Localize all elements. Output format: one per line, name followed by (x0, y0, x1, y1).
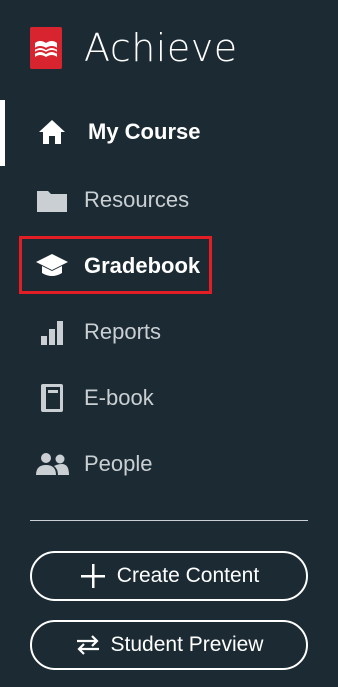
macmillan-logo-icon (30, 27, 62, 69)
student-preview-button[interactable]: Student Preview (30, 620, 308, 670)
create-content-label: Create Content (116, 564, 260, 587)
plus-icon (79, 562, 107, 590)
book-icon (34, 382, 70, 414)
student-preview-label: Student Preview (110, 633, 264, 656)
bar-chart-icon (34, 316, 70, 348)
nav-item-resources[interactable]: Resources (34, 184, 189, 216)
nav-item-reports[interactable]: Reports (34, 316, 161, 348)
nav-item-label: Resources (84, 187, 190, 212)
people-icon (34, 448, 70, 480)
achieve-logo[interactable]: Achieve (30, 26, 238, 70)
nav-item-label: Reports (84, 319, 162, 344)
active-indicator (0, 100, 5, 166)
home-icon (34, 116, 70, 148)
brand-name: Achieve (84, 26, 238, 70)
nav-item-label: E-book (84, 385, 154, 410)
nav-item-people[interactable]: People (34, 448, 153, 480)
create-content-button[interactable]: Create Content (30, 551, 308, 601)
gradebook-highlight (19, 236, 212, 294)
folder-icon (34, 184, 70, 216)
nav-item-label: People (84, 451, 153, 476)
swap-arrows-icon (75, 634, 101, 656)
nav-item-label: My Course (88, 119, 201, 144)
nav-divider (30, 520, 308, 521)
nav-item-ebook[interactable]: E-book (34, 382, 154, 414)
nav-item-my-course[interactable]: My Course (34, 116, 200, 148)
